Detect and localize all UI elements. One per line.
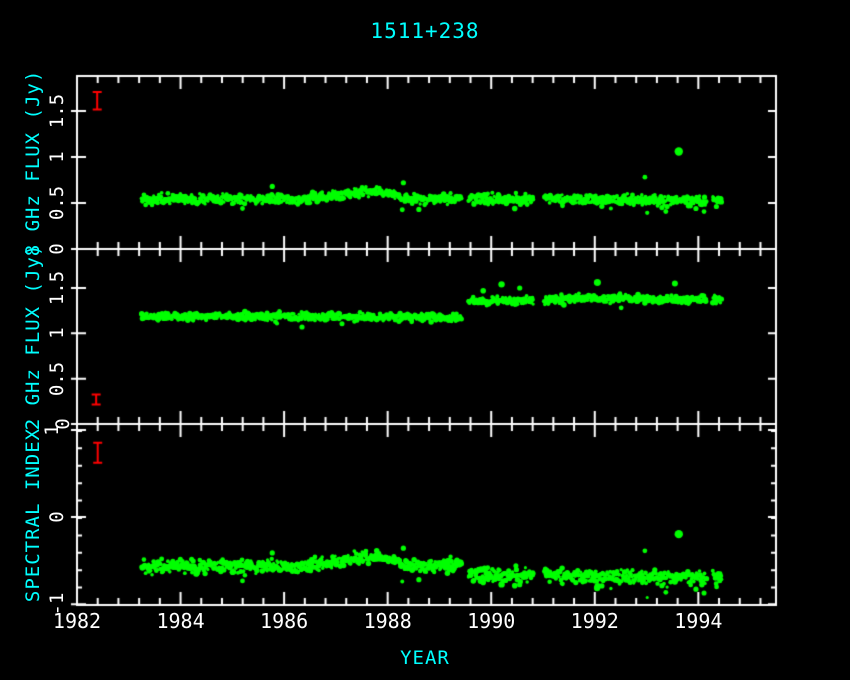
x-tick-label: 1994: [674, 609, 722, 633]
x-tick-label: 1984: [156, 609, 204, 633]
y-tick-label: 1.5: [46, 94, 68, 128]
y-axis-title-spectral-index: SPECTRAL INDEX: [22, 427, 44, 601]
y-tick-label: 1.5: [46, 271, 68, 305]
x-tick-label: 1992: [571, 609, 619, 633]
x-axis-title: YEAR: [0, 647, 850, 669]
y-tick-label: 1: [46, 328, 68, 339]
y-tick-label: 1: [41, 424, 63, 435]
plot-canvas: [0, 0, 850, 680]
y-tick-label: -1: [46, 593, 68, 616]
light-curve-figure: 1511+238 8 GHz FLUX (Jy) 2 GHz FLUX (Jy)…: [0, 0, 850, 680]
y-tick-label: 0.5: [46, 186, 68, 220]
x-tick-label: 1988: [364, 609, 412, 633]
plot-title: 1511+238: [0, 19, 850, 43]
y-axis-title-2ghz-flux: 2 GHz FLUX (Jy): [22, 243, 44, 430]
x-tick-label: 1986: [260, 609, 308, 633]
y-axis-title-8ghz-flux: 8 GHz FLUX (Jy): [22, 69, 44, 256]
y-tick-label: 1: [46, 151, 68, 162]
x-tick-label: 1990: [467, 609, 515, 633]
y-tick-label: 0: [46, 243, 68, 254]
y-tick-label: 0: [46, 511, 68, 522]
y-tick-label: 0.5: [46, 361, 68, 395]
